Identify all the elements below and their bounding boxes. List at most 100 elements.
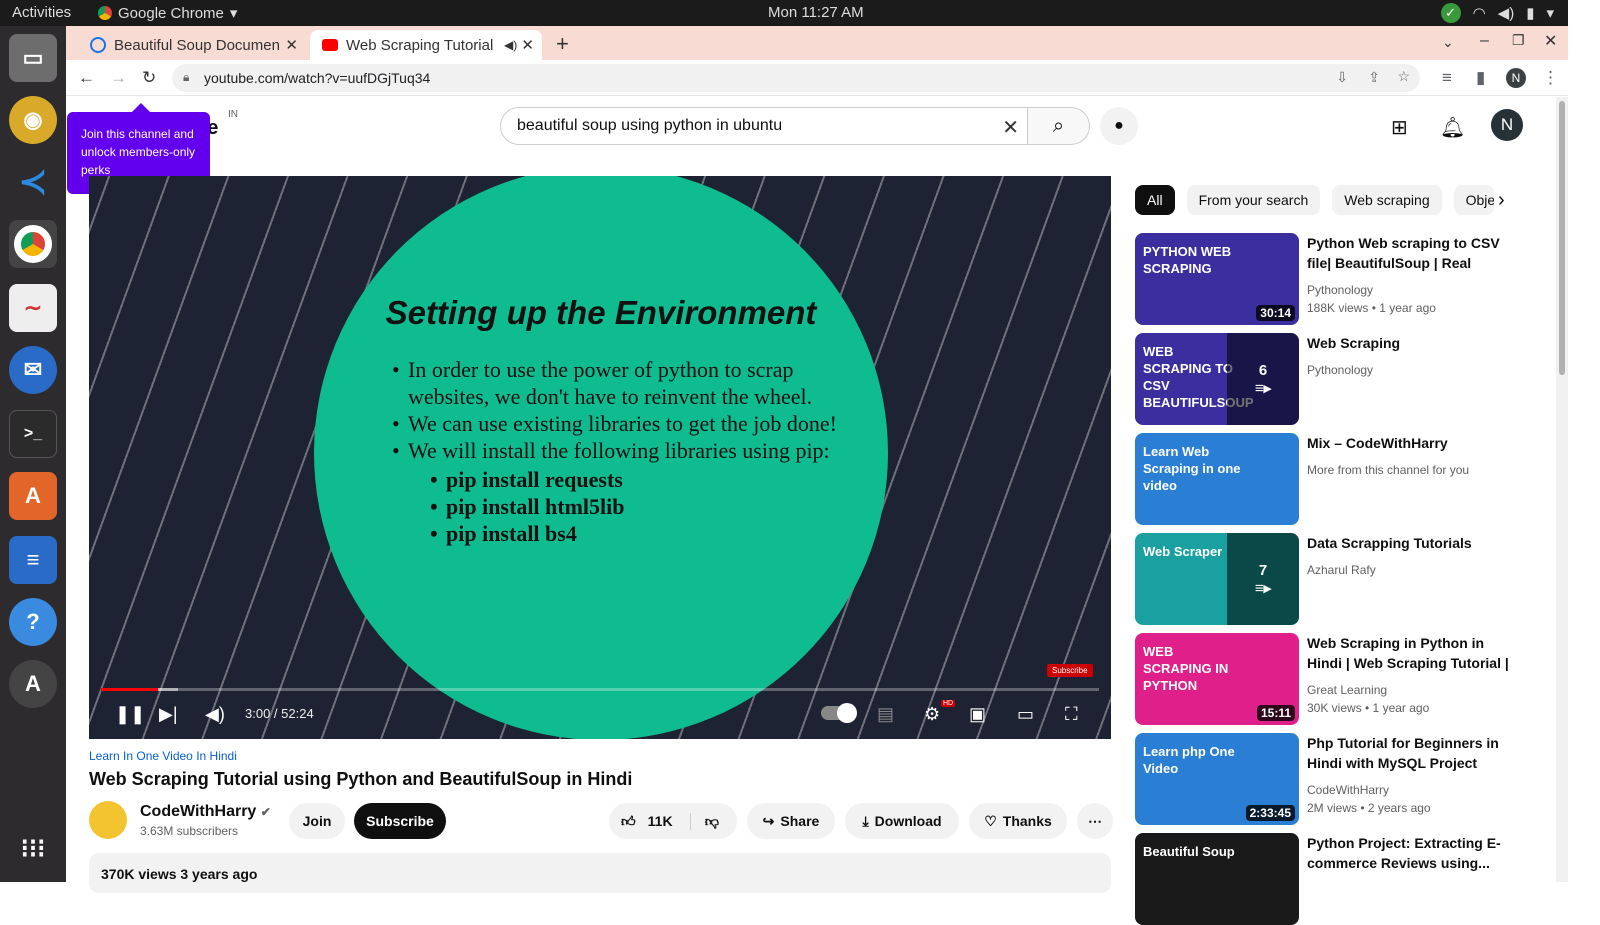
channel-name[interactable]: CodeWithHarry ✔ bbox=[140, 803, 271, 821]
share-button[interactable]: ↪ Share bbox=[747, 803, 835, 839]
fullscreen-icon[interactable]: ⛶ bbox=[1065, 704, 1078, 725]
chips-next-icon[interactable]: › bbox=[1498, 189, 1505, 212]
theater-mode-icon[interactable]: ▭ bbox=[1017, 704, 1034, 725]
subscribe-watermark[interactable]: Subscribe bbox=[1047, 664, 1093, 677]
subtitles-icon[interactable]: ▤ bbox=[877, 704, 894, 725]
address-bar[interactable]: 🔒︎ youtube.com/watch?v=uufDGjTuq34 ⇩ ⇪ ☆ bbox=[172, 64, 1420, 92]
chip-all[interactable]: All bbox=[1135, 185, 1175, 215]
chrome-icon[interactable] bbox=[9, 220, 57, 268]
maximize-button[interactable]: ❐ bbox=[1512, 32, 1525, 49]
more-actions-button[interactable]: ⋯ bbox=[1077, 803, 1113, 839]
profile-avatar[interactable]: N bbox=[1506, 68, 1526, 88]
updater-icon[interactable]: A bbox=[9, 660, 57, 708]
recommendation-item[interactable]: Learn Web Scraping in one video Mix – Cod… bbox=[1135, 433, 1515, 525]
clear-search-icon[interactable]: ✕ bbox=[1002, 115, 1019, 140]
like-button[interactable]: 👍︎ 11K 👎︎ bbox=[609, 803, 737, 839]
forward-icon[interactable]: → bbox=[110, 68, 127, 88]
volume-button[interactable]: ◀) bbox=[205, 704, 225, 725]
terminal-icon[interactable]: >_ bbox=[9, 410, 57, 458]
minimize-button[interactable]: – bbox=[1480, 32, 1489, 50]
thanks-button[interactable]: ♡ Thanks bbox=[969, 803, 1067, 839]
system-tray[interactable]: ✓ ◠ ◀) ▮ ▾ bbox=[1440, 3, 1554, 23]
software-center-icon[interactable]: A bbox=[9, 472, 57, 520]
search-button[interactable]: ⌕ bbox=[1028, 107, 1090, 145]
side-panel-icon[interactable]: ▮ bbox=[1476, 68, 1485, 88]
back-icon[interactable]: ← bbox=[78, 68, 95, 88]
close-icon[interactable]: ✕ bbox=[521, 36, 534, 54]
video-thumbnail[interactable]: Learn Web Scraping in one video bbox=[1135, 433, 1299, 525]
help-icon[interactable]: ? bbox=[9, 598, 57, 646]
recommendation-item[interactable]: Web Scraper 7 ≡▸ Data Scrapping Tutorials Az… bbox=[1135, 533, 1515, 625]
slide-sub-bullet: pip install requests bbox=[430, 466, 852, 493]
recommendation-channel: Pythonology bbox=[1307, 283, 1374, 297]
pause-button[interactable]: ❚❚ bbox=[115, 704, 145, 725]
video-player[interactable]: Setting up the Environment In order to u… bbox=[89, 176, 1111, 739]
next-button[interactable]: ▶| bbox=[159, 704, 178, 725]
thunderbird-icon[interactable]: ✉ bbox=[9, 346, 57, 394]
recommendation-item[interactable]: Learn php One Video 2:33:45 Php Tutorial f… bbox=[1135, 733, 1515, 825]
duration-badge: 15:11 bbox=[1256, 705, 1295, 721]
miniplayer-icon[interactable]: ▣ bbox=[969, 704, 986, 725]
recommendation-item[interactable]: WEB SCRAPING IN PYTHON 15:11 Web Scraping … bbox=[1135, 633, 1515, 725]
chip-from-search[interactable]: From your search bbox=[1186, 185, 1321, 215]
video-thumbnail[interactable]: PYTHON WEB SCRAPING 30:14 bbox=[1135, 233, 1299, 325]
search-icon: ⌕ bbox=[1052, 114, 1065, 137]
slide-sub-bullets: pip install requests pip install html5li… bbox=[392, 466, 852, 547]
subscribe-button[interactable]: Subscribe bbox=[354, 803, 446, 839]
autoplay-toggle[interactable] bbox=[821, 703, 857, 723]
bookmark-star-icon[interactable]: ☆ bbox=[1397, 68, 1410, 85]
tab-beautiful-soup[interactable]: Beautiful Soup Documen ✕ bbox=[78, 30, 306, 60]
download-button[interactable]: ⤓ Download bbox=[845, 803, 959, 839]
thumbnail-text: WEB SCRAPING IN PYTHON bbox=[1143, 644, 1229, 693]
close-window-button[interactable]: ✕ bbox=[1544, 31, 1557, 51]
scroll-thumb[interactable] bbox=[1559, 101, 1565, 375]
voice-search-button[interactable]: ● bbox=[1100, 107, 1138, 145]
create-video-icon[interactable]: ⊞ bbox=[1391, 115, 1408, 140]
writer-icon[interactable]: ≡ bbox=[9, 536, 57, 584]
video-thumbnail[interactable]: Beautiful Soup bbox=[1135, 833, 1299, 925]
chip-web-scraping[interactable]: Web scraping bbox=[1332, 185, 1442, 215]
app-menu[interactable]: Google Chrome ▾ bbox=[98, 4, 237, 22]
close-icon[interactable]: ✕ bbox=[285, 36, 298, 54]
recommendation-item[interactable]: Beautiful Soup Python Project: Extracting… bbox=[1135, 833, 1515, 925]
show-apps-icon[interactable]: ⁝⁝⁝ bbox=[9, 824, 57, 872]
recommendation-item[interactable]: PYTHON WEB SCRAPING 30:14 Python Web scrap… bbox=[1135, 233, 1515, 325]
video-thumbnail[interactable]: Web Scraper 7 ≡▸ bbox=[1135, 533, 1299, 625]
video-thumbnail[interactable]: Learn php One Video 2:33:45 bbox=[1135, 733, 1299, 825]
new-tab-button[interactable]: + bbox=[556, 31, 569, 57]
search-input[interactable]: beautiful soup using python in ubuntu ✕ bbox=[500, 107, 1028, 145]
account-avatar[interactable]: N bbox=[1491, 109, 1523, 141]
recommendation-title: Php Tutorial for Beginners in Hindi with… bbox=[1307, 735, 1499, 771]
clock[interactable]: Mon 11:27 AM bbox=[768, 4, 864, 21]
install-icon[interactable]: ⇩ bbox=[1336, 69, 1348, 86]
video-thumbnail[interactable]: WEB SCRAPING IN PYTHON 15:11 bbox=[1135, 633, 1299, 725]
notifications-bell-icon[interactable]: 🔔︎ bbox=[1440, 115, 1465, 140]
reload-icon[interactable]: ↻ bbox=[142, 68, 156, 88]
text-editor-icon[interactable]: ∼ bbox=[9, 284, 57, 332]
activities-button[interactable]: Activities bbox=[12, 4, 71, 21]
playlist-link[interactable]: Learn In One Video In Hindi bbox=[89, 749, 1111, 763]
video-title: Web Scraping Tutorial using Python and B… bbox=[89, 769, 633, 789]
progress-bar[interactable] bbox=[101, 688, 1099, 691]
audio-playing-icon[interactable]: ◀) bbox=[504, 38, 517, 52]
settings-gear-icon[interactable]: ⚙ bbox=[924, 704, 940, 725]
tab-web-scraping[interactable]: Web Scraping Tutorial ◀) ✕ bbox=[310, 30, 542, 60]
media-control-icon[interactable]: ≡ bbox=[1442, 68, 1452, 88]
slide-title: Setting up the Environment bbox=[385, 294, 817, 331]
menu-kebab-icon[interactable]: ⋮ bbox=[1542, 68, 1559, 88]
tab-search-icon[interactable]: ⌄ bbox=[1442, 34, 1454, 51]
video-info: Learn In One Video In Hindi Web Scraping… bbox=[89, 749, 1113, 839]
share-icon[interactable]: ⇪ bbox=[1368, 69, 1380, 86]
dislike-icon[interactable]: 👎︎ bbox=[689, 812, 719, 830]
description-box[interactable]: 370K views 3 years ago bbox=[89, 853, 1111, 893]
video-thumbnail[interactable]: WEB SCRAPING TO CSV BEAUTIFULSOUP 6 ≡▸ bbox=[1135, 333, 1299, 425]
chip-objects[interactable]: Obje bbox=[1453, 185, 1494, 215]
vscode-icon[interactable]: ≺ bbox=[9, 158, 57, 206]
battery-icon: ▮ bbox=[1526, 5, 1535, 22]
channel-avatar[interactable] bbox=[89, 801, 127, 839]
recommendation-item[interactable]: WEB SCRAPING TO CSV BEAUTIFULSOUP 6 ≡▸ Web … bbox=[1135, 333, 1515, 425]
files-icon[interactable]: ▭ bbox=[9, 34, 57, 82]
rhythmbox-icon[interactable]: ◉ bbox=[9, 96, 57, 144]
join-button[interactable]: Join bbox=[289, 803, 345, 839]
page-scrollbar[interactable] bbox=[1556, 97, 1568, 882]
